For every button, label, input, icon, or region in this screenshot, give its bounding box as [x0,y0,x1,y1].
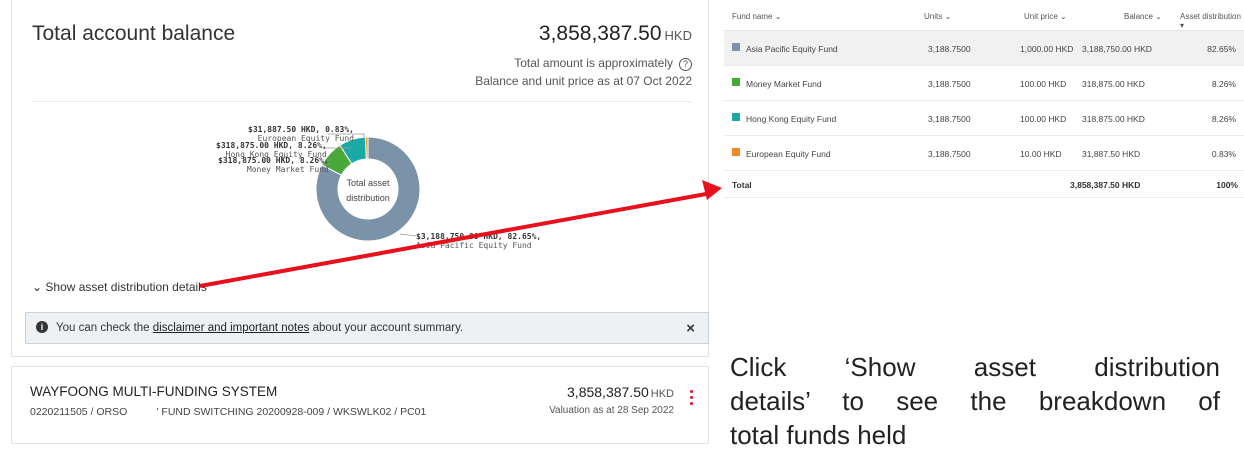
show-details-label: Show asset distribution details [45,280,207,294]
donut-center-text-2: distribution [346,193,390,203]
fund-breakdown-table: Fund name ⌄ Units ⌄ Unit price ⌄ Balance… [724,0,1244,198]
total-balance-cell: 3,858,387.50 HKD [1070,180,1141,190]
total-currency: HKD [664,28,692,43]
close-icon[interactable]: × [686,320,695,337]
system-name: WAYFOONG MULTI-FUNDING SYSTEM [30,384,278,399]
label-european-amount: $31,887.50 HKD, 0.83%, [248,125,354,134]
more-options-icon[interactable] [688,387,694,408]
cell-dist: 8.26% [1211,114,1236,124]
label-asiapacific-name: Asia Pacific Equity Fund [416,241,532,250]
total-balance: 3,858,387.50 HKD [539,22,692,46]
cell-fund: European Equity Fund [746,149,831,159]
caption-line-2: details’ to see the breakdown of [730,386,1220,416]
cell-fund: Money Market Fund [746,79,822,89]
total-label: Total [732,180,752,190]
col-asset-distribution[interactable]: Asset distribution ▾ [1180,12,1244,30]
system-balance: 3,858,387.50 HKD [567,384,674,400]
cell-units: 3,188.7500 [928,79,971,89]
label-moneymarket-name: Money Market Fund [246,165,329,174]
total-dist-cell: 100% [1216,180,1238,190]
col-fund-name-label: Fund name [732,12,773,21]
system-amount: 3,858,387.50 [567,384,649,400]
account-info: 0220211505 / ORSO ' FUND SWITCHING 20200… [30,406,426,418]
help-icon[interactable]: ? [679,58,692,71]
table-row[interactable]: Asia Pacific Equity Fund 3,188.7500 1,000.… [724,31,1244,66]
notice-prefix: You can check the [56,322,150,334]
notice-suffix: about your account summary. [312,322,464,334]
system-currency: HKD [650,388,674,400]
cell-units: 3,188.7500 [928,149,971,159]
cell-balance: 318,875.00 HKD [1082,114,1145,124]
cell-units: 3,188.7500 [928,114,971,124]
disclaimer-link[interactable]: disclaimer and important notes [153,322,310,334]
account-number: 0220211505 / ORSO [30,406,128,418]
total-amount: 3,858,387.50 [538,22,662,45]
cell-balance: 3,188,750.00 HKD [1082,44,1152,54]
table-row[interactable]: Hong Kong Equity Fund 3,188.7500 100.00 HK… [724,101,1244,136]
col-units-label: Units [924,12,943,21]
col-unit-price[interactable]: Unit price ⌄ [1024,12,1067,21]
col-dist-label: Asset distribution [1180,12,1241,21]
approx-text: Total amount is approximately [514,56,673,70]
cell-balance: 318,875.00 HKD [1082,79,1145,89]
cell-dist: 8.26% [1211,79,1236,89]
col-units[interactable]: Units ⌄ [924,12,951,21]
donut-center-text-1: Total asset [346,178,390,188]
chevron-down-icon: ⌄ [32,280,43,294]
table-header: Fund name ⌄ Units ⌄ Unit price ⌄ Balance… [724,0,1244,31]
label-moneymarket: $318,875.00 HKD, 8.26%, Money Market Fun… [218,156,329,174]
disclaimer-notice: i You can check the disclaimer and impor… [25,312,709,344]
divider [32,101,692,102]
info-icon: i [36,321,48,333]
show-asset-details-toggle[interactable]: ⌄ Show asset distribution details [32,280,207,294]
fund-color-swatch [732,43,740,51]
approx-note: Total amount is approximately? [514,56,692,71]
table-row[interactable]: Money Market Fund 3,188.7500 100.00 HKD 318… [724,66,1244,101]
label-hongkong-amount: $318,875.00 HKD, 8.26%, [216,141,327,150]
asset-distribution-chart: Total asset distribution $31,887.50 HKD, … [12,104,708,274]
valuation-date: Valuation as at 28 Sep 2022 [549,405,674,416]
cell-fund: Hong Kong Equity Fund [746,114,837,124]
cell-fund: Asia Pacific Equity Fund [746,44,838,54]
fund-color-swatch [732,148,740,156]
funding-system-card[interactable]: WAYFOONG MULTI-FUNDING SYSTEM 0220211505… [11,366,709,444]
page-title: Total account balance [32,22,236,45]
col-balance[interactable]: Balance ⌄ [1124,12,1162,21]
label-moneymarket-amount: $318,875.00 HKD, 8.26%, [218,156,329,165]
as-at-date: Balance and unit price as at 07 Oct 2022 [475,74,692,88]
table-total-row: Total 3,858,387.50 HKD 100% [724,171,1244,198]
label-asiapacific: $3,188,750.00 HKD, 82.65%, Asia Pacific … [416,232,541,250]
scheme-info: ' FUND SWITCHING 20200928-009 / WKSWLK02… [156,406,427,418]
notice-text: You can check the disclaimer and importa… [56,322,463,334]
cell-dist: 0.83% [1211,149,1236,159]
donut-svg: Total asset distribution [315,133,421,242]
col-balance-label: Balance [1124,12,1153,21]
caption-line-1: Click ‘Show asset distribution [730,352,1220,382]
label-asiapacific-amount: $3,188,750.00 HKD, 82.65%, [416,232,542,241]
col-unit-price-label: Unit price [1024,12,1058,21]
account-summary-panel: Total account balance 3,858,387.50 HKD To… [11,0,709,357]
caption-line-3: total funds held [730,420,907,450]
cell-price: 10.00 HKD [1020,149,1062,159]
cell-price: 100.00 HKD [1020,114,1067,124]
cell-balance: 31,887.50 HKD [1082,149,1141,159]
fund-color-swatch [732,78,740,86]
cell-price: 100.00 HKD [1020,79,1067,89]
table-row[interactable]: European Equity Fund 3,188.7500 10.00 HKD 3… [724,136,1244,171]
cell-price: 1,000.00 HKD [1020,44,1074,54]
cell-units: 3,188.7500 [928,44,971,54]
leader-line [399,233,417,237]
fund-color-swatch [732,113,740,121]
cell-dist: 82.65% [1207,44,1236,54]
col-fund-name[interactable]: Fund name ⌄ [732,12,781,21]
